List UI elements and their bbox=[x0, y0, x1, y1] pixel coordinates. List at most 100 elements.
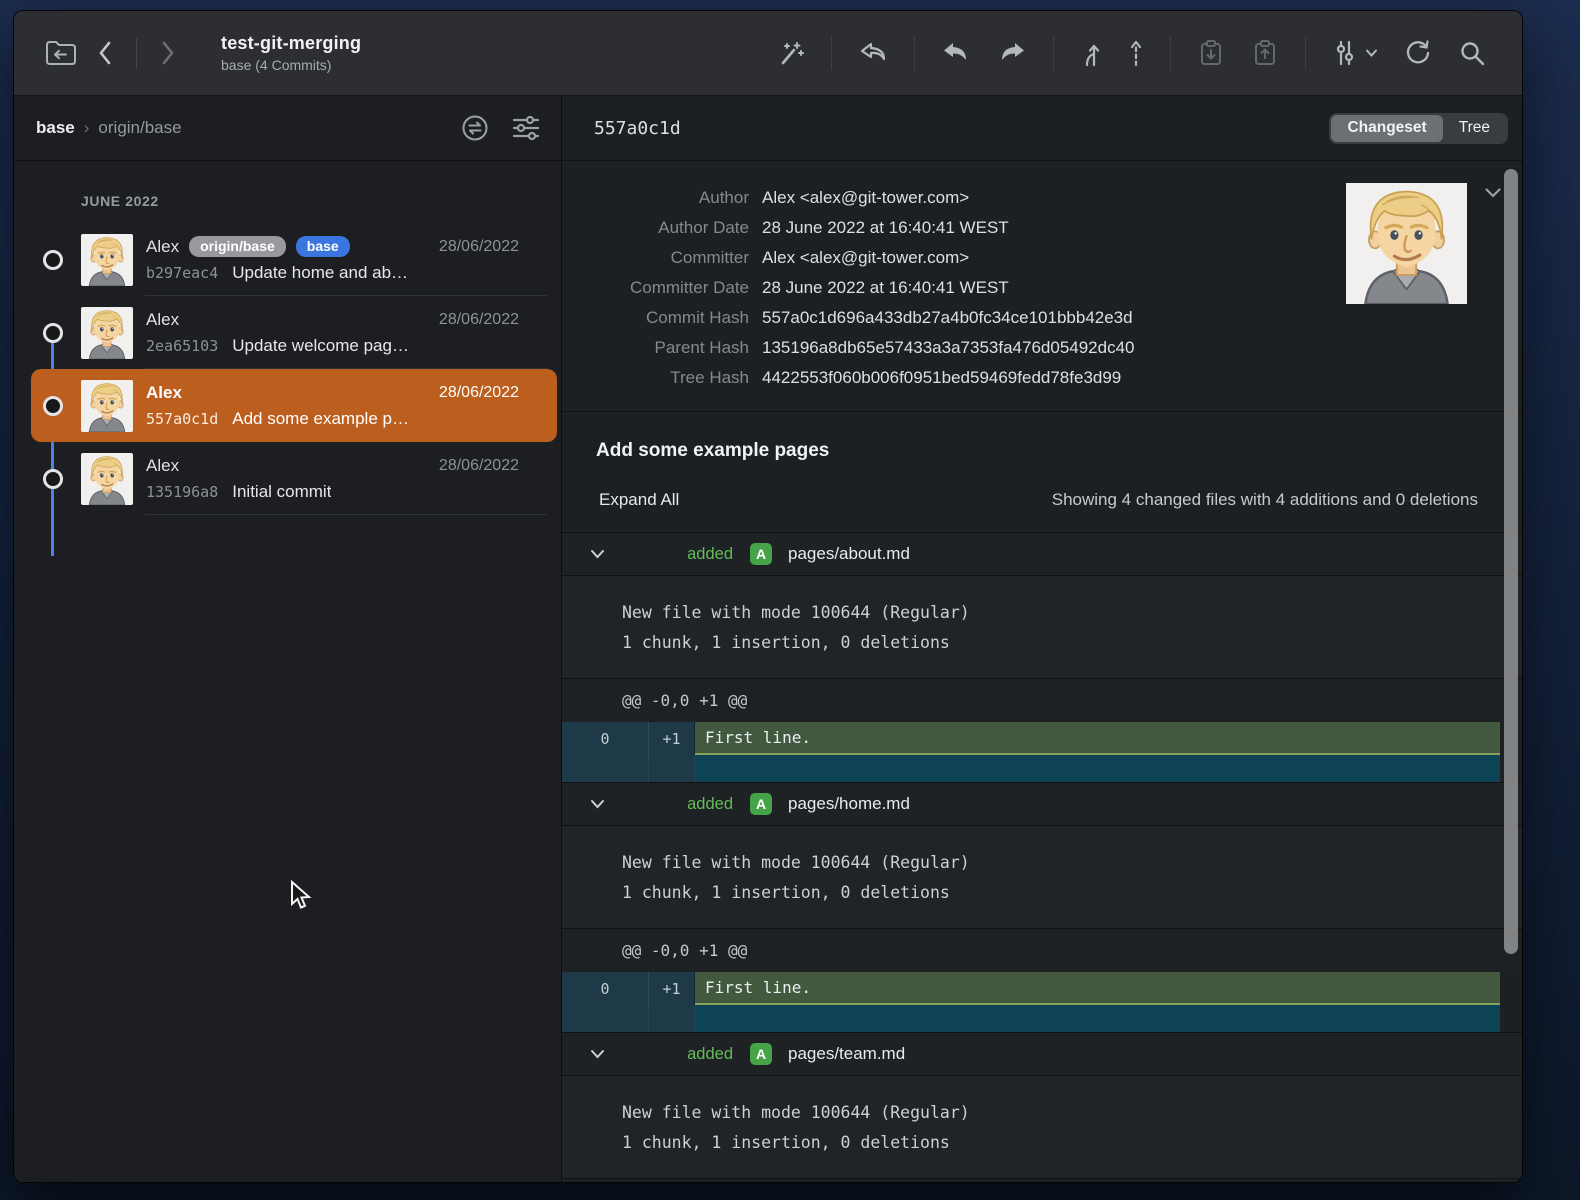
month-header: JUNE 2022 bbox=[81, 193, 561, 209]
hunk-header: @@ -0,0 +1 @@ bbox=[562, 928, 1522, 972]
toolbar-separator bbox=[1053, 36, 1054, 70]
file-path: pages/home.md bbox=[788, 794, 910, 814]
commit-short-hash: 557a0c1d bbox=[146, 410, 218, 428]
commit-graph-node bbox=[43, 469, 63, 489]
avatar bbox=[81, 380, 133, 432]
workspace-folder-icon[interactable] bbox=[44, 38, 78, 68]
commit-author: Alex bbox=[146, 456, 179, 476]
commit-row[interactable]: Alex origin/base base 28/06/2022 b297eac… bbox=[31, 223, 557, 296]
toolbar-separator bbox=[1305, 36, 1306, 70]
collapse-chevron-icon[interactable] bbox=[590, 799, 605, 809]
commit-author: Alex bbox=[146, 383, 182, 403]
file-diff-section: added A pages/team.md New file with mode… bbox=[562, 1032, 1522, 1182]
diff-added-line[interactable]: 0 +1 First line. bbox=[562, 972, 1500, 1005]
commit-date: 28/06/2022 bbox=[439, 311, 519, 329]
nav-forward-icon[interactable] bbox=[159, 40, 177, 66]
file-status-badge: A bbox=[750, 543, 772, 565]
commit-message: Update welcome pag… bbox=[232, 336, 409, 356]
file-diff-section: added A pages/about.md New file with mod… bbox=[562, 532, 1522, 782]
search-icon[interactable] bbox=[1458, 39, 1486, 67]
file-path: pages/team.md bbox=[788, 1044, 905, 1064]
commit-row-selected[interactable]: Alex 28/06/2022 557a0c1d Add some exampl… bbox=[31, 369, 557, 442]
file-mode-line: New file with mode 100644 (Regular) bbox=[622, 1098, 1522, 1128]
commit-row[interactable]: Alex 28/06/2022 2ea65103 Update welcome … bbox=[31, 296, 557, 369]
undo-filled-icon[interactable] bbox=[941, 39, 971, 67]
diff-tail-row bbox=[562, 755, 1500, 782]
diff-added-line[interactable]: 0 +1 First line. bbox=[562, 722, 1500, 755]
filter-sliders-icon[interactable] bbox=[1332, 38, 1378, 68]
detail-scroll-area: Author Alex <alex@git-tower.com> Author D… bbox=[562, 161, 1522, 1182]
file-chunks-line: 1 chunk, 1 insertion, 0 deletions bbox=[622, 628, 1522, 658]
meta-label: Author Date bbox=[562, 213, 749, 243]
tab-tree[interactable]: Tree bbox=[1443, 115, 1506, 142]
meta-label: Committer Date bbox=[562, 273, 749, 303]
file-header[interactable]: added A pages/about.md bbox=[562, 532, 1522, 575]
old-line-number: 0 bbox=[562, 972, 649, 1005]
breadcrumb-compare-branch[interactable]: origin/base bbox=[98, 118, 181, 138]
row-separator bbox=[145, 514, 547, 515]
tab-changeset[interactable]: Changeset bbox=[1331, 115, 1442, 142]
window-subtitle: base (4 Commits) bbox=[221, 57, 361, 73]
expand-all-button[interactable]: Expand All bbox=[599, 490, 679, 510]
filter-sliders-horizontal-icon[interactable] bbox=[511, 115, 541, 141]
rebase-icon[interactable] bbox=[1128, 38, 1144, 68]
meta-label: Commit Hash bbox=[562, 303, 749, 333]
push-clipboard-icon[interactable] bbox=[1251, 38, 1279, 68]
meta-value: Alex <alex@git-tower.com> bbox=[762, 243, 969, 273]
file-chunks-line: 1 chunk, 1 insertion, 0 deletions bbox=[622, 878, 1522, 908]
new-line-number: +1 bbox=[649, 722, 695, 755]
meta-collapse-chevron-icon[interactable] bbox=[1484, 187, 1502, 199]
file-header[interactable]: added A pages/home.md bbox=[562, 782, 1522, 825]
undo-outline-icon[interactable] bbox=[858, 39, 888, 67]
magic-wand-icon[interactable] bbox=[777, 39, 805, 67]
file-status: added bbox=[605, 1045, 733, 1064]
file-status: added bbox=[605, 795, 733, 814]
meta-label: Tree Hash bbox=[562, 363, 749, 393]
branch-badge-remote[interactable]: origin/base bbox=[189, 236, 286, 257]
collapse-chevron-icon[interactable] bbox=[590, 549, 605, 559]
commit-date: 28/06/2022 bbox=[439, 457, 519, 475]
avatar bbox=[81, 453, 133, 505]
detail-short-hash: 557a0c1d bbox=[594, 118, 681, 139]
file-chunks-line: 1 chunk, 1 insertion, 0 deletions bbox=[622, 1128, 1522, 1158]
meta-value: 557a0c1d696a433db27a4b0fc34ce101bbb42e3d bbox=[762, 303, 1133, 333]
commit-message-title: Add some example pages bbox=[596, 440, 1488, 462]
scrollbar-thumb[interactable] bbox=[1504, 169, 1518, 954]
commit-row[interactable]: Alex 28/06/2022 135196a8 Initial commit bbox=[31, 442, 557, 515]
commit-short-hash: b297eac4 bbox=[146, 264, 218, 282]
refresh-icon[interactable] bbox=[1404, 38, 1432, 68]
file-mode-line: New file with mode 100644 (Regular) bbox=[622, 848, 1522, 878]
commit-graph-node bbox=[43, 323, 63, 343]
meta-label: Author bbox=[562, 183, 749, 213]
compare-circle-icon[interactable] bbox=[461, 114, 489, 142]
meta-label: Committer bbox=[562, 243, 749, 273]
breadcrumb-branch[interactable]: base bbox=[36, 118, 75, 138]
file-status: added bbox=[605, 545, 733, 564]
mouse-cursor bbox=[284, 879, 314, 913]
avatar bbox=[81, 234, 133, 286]
branch-badge-local[interactable]: base bbox=[296, 236, 350, 257]
commit-author: Alex bbox=[146, 310, 179, 330]
redo-filled-icon[interactable] bbox=[997, 39, 1027, 67]
toolbar-separator bbox=[914, 36, 915, 70]
merge-icon[interactable] bbox=[1080, 38, 1102, 68]
file-status-badge: A bbox=[750, 1043, 772, 1065]
commit-meta: Author Alex <alex@git-tower.com> Author D… bbox=[562, 161, 1522, 411]
commit-date: 28/06/2022 bbox=[439, 384, 519, 402]
history-sidebar: base › origin/base bbox=[14, 96, 561, 1182]
commit-detail-panel: 557a0c1d Changeset Tree Author Alex <alex… bbox=[562, 96, 1522, 1182]
commit-short-hash: 2ea65103 bbox=[146, 337, 218, 355]
meta-value: 135196a8db65e57433a3a7353fa476d05492dc40 bbox=[762, 333, 1135, 363]
file-header[interactable]: added A pages/team.md bbox=[562, 1032, 1522, 1075]
collapse-chevron-icon[interactable] bbox=[590, 1049, 605, 1059]
diff-line-text: First line. bbox=[695, 972, 1500, 1005]
view-toggle: Changeset Tree bbox=[1329, 113, 1508, 144]
commit-message: Update home and ab… bbox=[232, 263, 408, 283]
commit-history: JUNE 2022 Alex origin/base base 28/06/20… bbox=[14, 161, 561, 1182]
breadcrumb-separator: › bbox=[84, 118, 90, 138]
author-avatar bbox=[1342, 183, 1471, 304]
file-diff-section: added A pages/home.md New file with mode… bbox=[562, 782, 1522, 1032]
pull-clipboard-icon[interactable] bbox=[1197, 38, 1225, 68]
meta-value: 4422553f060b006f0951bed59469fedd78fe3d99 bbox=[762, 363, 1121, 393]
nav-back-icon[interactable] bbox=[96, 40, 114, 66]
